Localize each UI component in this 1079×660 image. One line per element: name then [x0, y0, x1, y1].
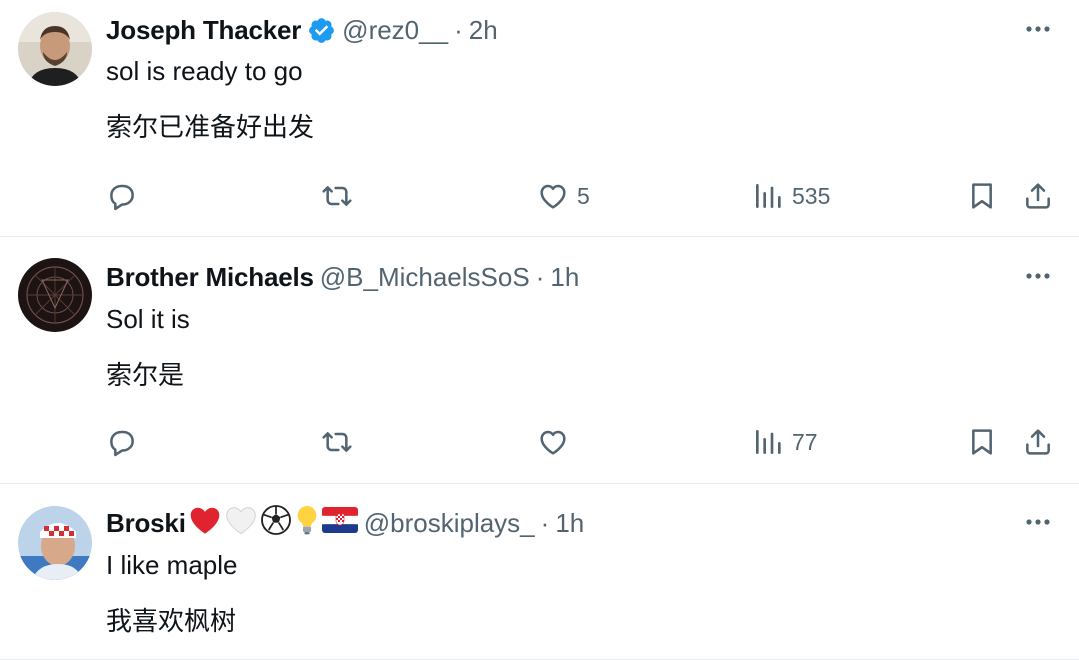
retweet-icon	[322, 432, 352, 452]
tweet-header: Broski @broskiplays_ · 1h	[106, 504, 584, 542]
more-options-button[interactable]	[1023, 507, 1053, 537]
share-button[interactable]	[1022, 176, 1054, 216]
like-button[interactable]	[537, 422, 569, 462]
avatar[interactable]	[18, 258, 92, 332]
views-icon	[756, 184, 781, 208]
tweet-text-translation: 我喜欢枫树	[106, 606, 237, 636]
views-button[interactable]: 77	[752, 422, 818, 462]
light-bulb-icon	[294, 504, 320, 543]
views-icon	[756, 430, 781, 454]
reply-icon	[110, 430, 134, 457]
author-handle[interactable]: @rez0__	[342, 15, 448, 46]
avatar[interactable]	[18, 12, 92, 86]
more-options-button[interactable]	[1023, 261, 1053, 291]
bookmark-icon	[972, 429, 992, 455]
tweet-header: Joseph Thacker @rez0__ · 2h	[106, 14, 498, 46]
croatia-flag-icon	[321, 506, 358, 540]
views-button[interactable]: 535	[752, 176, 830, 216]
verified-badge-icon	[307, 16, 336, 45]
red-heart-icon	[188, 505, 222, 542]
tweet-text-translation: 索尔是	[106, 360, 185, 390]
tweet-text: I like maple	[106, 550, 238, 580]
like-button[interactable]: 5	[537, 176, 590, 216]
author-name[interactable]: Brother Michaels	[106, 262, 314, 293]
bookmark-button[interactable]	[966, 176, 998, 216]
author-name[interactable]: Joseph Thacker	[106, 15, 301, 46]
timestamp[interactable]: 2h	[469, 15, 498, 46]
tweet-header: Brother Michaels @B_MichaelsSoS · 1h	[106, 261, 579, 293]
soccer-ball-icon	[260, 504, 292, 543]
avatar[interactable]	[18, 506, 92, 580]
share-icon	[1026, 429, 1050, 455]
share-button[interactable]	[1022, 422, 1054, 462]
heart-icon	[540, 184, 566, 209]
reply-button[interactable]	[106, 422, 138, 462]
author-handle[interactable]: @broskiplays_	[364, 508, 535, 539]
tweet-text: sol is ready to go	[106, 56, 303, 86]
timestamp[interactable]: 1h	[550, 262, 579, 293]
views-count: 77	[792, 428, 818, 455]
white-heart-icon	[224, 505, 258, 542]
tweet-text: Sol it is	[106, 304, 190, 334]
bookmark-icon	[972, 183, 992, 209]
heart-icon	[540, 430, 566, 455]
share-icon	[1026, 183, 1050, 209]
like-count: 5	[577, 182, 590, 209]
reply-button[interactable]	[106, 176, 138, 216]
reply-icon	[110, 184, 134, 211]
more-icon	[1026, 519, 1050, 525]
tweet-actions: 77	[0, 422, 1079, 462]
separator: ·	[540, 507, 550, 538]
more-options-button[interactable]	[1023, 14, 1053, 44]
author-handle[interactable]: @B_MichaelsSoS	[320, 262, 530, 293]
more-icon	[1026, 273, 1050, 279]
tweet-actions: 5 535	[0, 176, 1079, 216]
timestamp[interactable]: 1h	[555, 508, 584, 539]
retweet-button[interactable]	[321, 422, 353, 462]
bookmark-button[interactable]	[966, 422, 998, 462]
separator: ·	[535, 261, 545, 292]
more-icon	[1026, 26, 1050, 32]
separator: ·	[454, 14, 463, 45]
reply-feed: Joseph Thacker @rez0__ · 2h sol is ready…	[0, 0, 1079, 660]
retweet-button[interactable]	[321, 176, 353, 216]
tweet[interactable]: Joseph Thacker @rez0__ · 2h sol is ready…	[0, 0, 1079, 237]
retweet-icon	[322, 186, 352, 206]
tweet-text-translation: 索尔已准备好出发	[106, 112, 315, 142]
tweet[interactable]: Broski @broskiplays_ · 1h I like maple 我…	[0, 484, 1079, 660]
views-count: 535	[792, 182, 831, 209]
tweet[interactable]: Brother Michaels @B_MichaelsSoS · 1h Sol…	[0, 237, 1079, 484]
author-name[interactable]: Broski	[106, 508, 186, 539]
